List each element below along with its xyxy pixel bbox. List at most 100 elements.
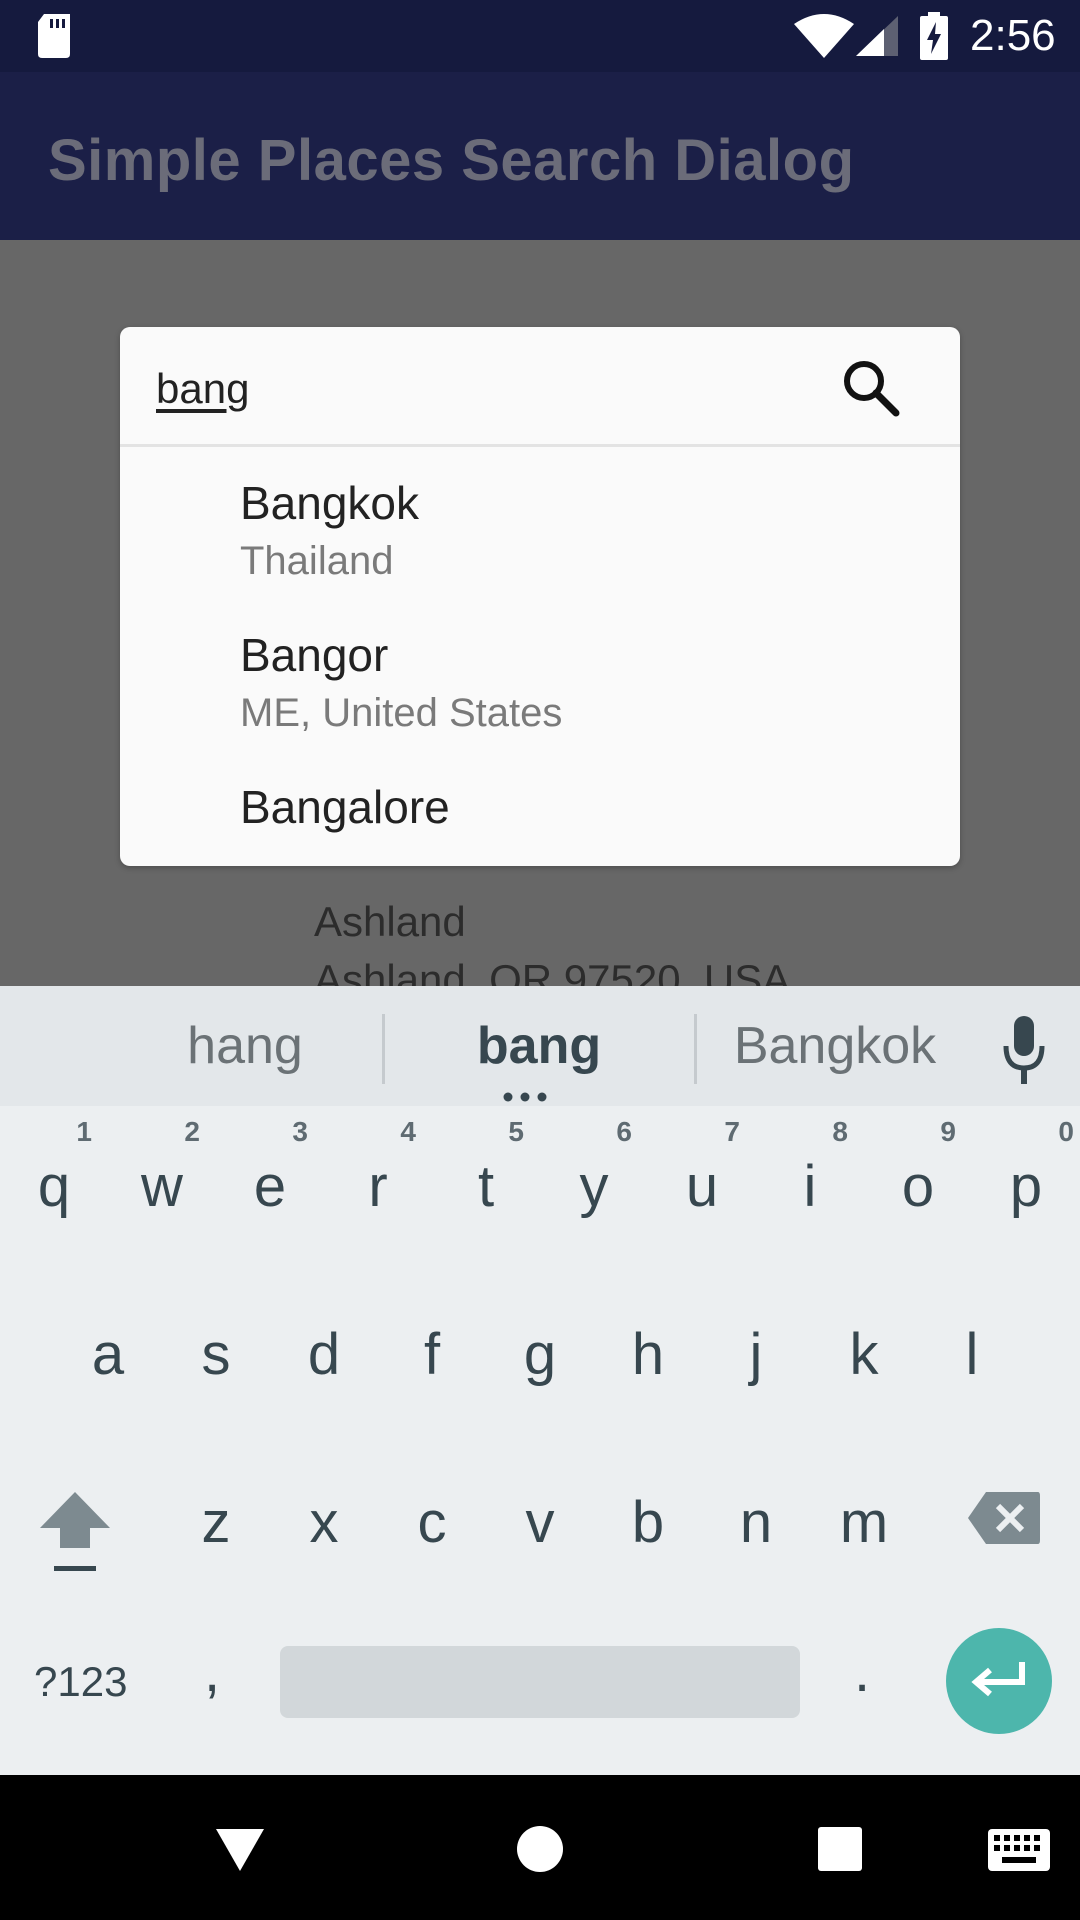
home-icon[interactable] xyxy=(516,1825,564,1873)
suggestion-strip: hang bang Bangkok xyxy=(0,986,1080,1106)
key-label: w xyxy=(141,1154,183,1219)
symbols-key[interactable]: ?123 xyxy=(34,1658,127,1706)
key-label: x xyxy=(309,1490,339,1555)
period-key[interactable]: . xyxy=(854,1638,870,1705)
space-key[interactable] xyxy=(280,1646,800,1718)
key-w[interactable]: 2w xyxy=(108,1114,216,1264)
key-hint: 4 xyxy=(400,1116,416,1147)
enter-key[interactable] xyxy=(946,1628,1052,1734)
key-label: j xyxy=(749,1322,763,1387)
key-label: t xyxy=(477,1154,495,1219)
key-hint: 1 xyxy=(76,1116,92,1147)
key-v[interactable]: v xyxy=(486,1454,594,1604)
key-b[interactable]: b xyxy=(594,1454,702,1604)
key-f[interactable]: f xyxy=(378,1286,486,1436)
more-suggestions-dots-icon xyxy=(503,1092,547,1102)
suggestion-item[interactable]: Bangkok xyxy=(720,1016,950,1076)
mic-icon[interactable] xyxy=(1000,1014,1048,1088)
key-a[interactable]: a xyxy=(54,1286,162,1436)
key-label: h xyxy=(631,1322,665,1387)
key-p[interactable]: 0p xyxy=(972,1114,1080,1264)
result-subtitle: ME, United States xyxy=(240,691,563,735)
key-label: l xyxy=(965,1322,979,1387)
back-icon[interactable] xyxy=(214,1827,266,1873)
comma-key[interactable]: , xyxy=(204,1638,220,1705)
key-q[interactable]: 1q xyxy=(0,1114,108,1264)
key-s[interactable]: s xyxy=(162,1286,270,1436)
key-label: b xyxy=(631,1490,665,1555)
key-e[interactable]: 3e xyxy=(216,1114,324,1264)
key-x[interactable]: x xyxy=(270,1454,378,1604)
key-label: p xyxy=(1009,1154,1043,1219)
search-dialog: bang Bangkok Thailand Bangor ME, United … xyxy=(120,327,960,866)
key-h[interactable]: h xyxy=(594,1286,702,1436)
result-title: Bangor xyxy=(240,629,389,681)
key-label: s xyxy=(201,1322,231,1387)
key-d[interactable]: d xyxy=(270,1286,378,1436)
key-label: o xyxy=(901,1154,935,1219)
key-label: n xyxy=(739,1490,773,1555)
recents-icon[interactable] xyxy=(818,1827,862,1871)
shift-icon[interactable] xyxy=(38,1488,112,1574)
key-j[interactable]: j xyxy=(702,1286,810,1436)
key-label: f xyxy=(423,1322,441,1387)
key-label: v xyxy=(525,1490,555,1555)
search-input[interactable]: bang xyxy=(156,365,249,413)
key-o[interactable]: 9o xyxy=(864,1114,972,1264)
key-label: c xyxy=(417,1490,447,1555)
key-hint: 5 xyxy=(508,1116,524,1147)
key-hint: 3 xyxy=(292,1116,308,1147)
key-g[interactable]: g xyxy=(486,1286,594,1436)
result-title: Bangalore xyxy=(240,781,450,833)
key-label: a xyxy=(91,1322,125,1387)
key-hint: 7 xyxy=(724,1116,740,1147)
key-label: d xyxy=(307,1322,341,1387)
key-n[interactable]: n xyxy=(702,1454,810,1604)
key-k[interactable]: k xyxy=(810,1286,918,1436)
keyboard-switch-icon[interactable] xyxy=(988,1829,1050,1871)
suggestion-divider xyxy=(382,1014,385,1084)
key-hint: 6 xyxy=(616,1116,632,1147)
key-c[interactable]: c xyxy=(378,1454,486,1604)
key-u[interactable]: 7u xyxy=(648,1114,756,1264)
enter-icon xyxy=(971,1662,1025,1697)
result-item[interactable]: Bangalore xyxy=(240,779,450,835)
clock: 2:56 xyxy=(970,11,1056,60)
soft-keyboard: hang bang Bangkok 1q 2w 3e 4r 5t 6y 7u 8… xyxy=(0,986,1080,1775)
suggestion-item[interactable]: hang xyxy=(140,1016,350,1076)
key-t[interactable]: 5t xyxy=(432,1114,540,1264)
result-subtitle: Thailand xyxy=(240,539,394,583)
suggestion-item-primary[interactable]: bang xyxy=(430,1016,648,1076)
suggestion-divider xyxy=(694,1014,697,1084)
result-item[interactable]: Bangkok Thailand xyxy=(240,475,419,587)
key-label: q xyxy=(37,1154,71,1219)
key-label: z xyxy=(201,1490,231,1555)
key-label: m xyxy=(839,1490,889,1555)
background-list-item-title: Ashland xyxy=(314,898,466,945)
key-hint: 2 xyxy=(184,1116,200,1147)
key-r[interactable]: 4r xyxy=(324,1114,432,1264)
key-label: e xyxy=(253,1154,287,1219)
search-icon[interactable] xyxy=(840,357,902,419)
key-label: r xyxy=(368,1154,388,1219)
result-item[interactable]: Bangor ME, United States xyxy=(240,627,562,739)
app-title: Simple Places Search Dialog xyxy=(48,128,855,193)
key-i[interactable]: 8i xyxy=(756,1114,864,1264)
signal-icon xyxy=(856,16,898,56)
wifi-icon xyxy=(794,14,854,58)
key-m[interactable]: m xyxy=(810,1454,918,1604)
key-l[interactable]: l xyxy=(918,1286,1026,1436)
sd-card-icon xyxy=(38,14,70,58)
key-label: u xyxy=(685,1154,719,1219)
backspace-icon[interactable] xyxy=(966,1490,1042,1546)
key-label: k xyxy=(849,1322,879,1387)
key-label: i xyxy=(803,1154,817,1219)
key-z[interactable]: z xyxy=(162,1454,270,1604)
key-y[interactable]: 6y xyxy=(540,1114,648,1264)
status-bar: 2:56 xyxy=(0,0,1080,72)
battery-charging-icon xyxy=(920,12,948,60)
key-hint: 9 xyxy=(940,1116,956,1147)
app-bar: Simple Places Search Dialog xyxy=(0,72,1080,240)
key-label: y xyxy=(579,1154,609,1219)
search-field: bang xyxy=(120,327,960,447)
